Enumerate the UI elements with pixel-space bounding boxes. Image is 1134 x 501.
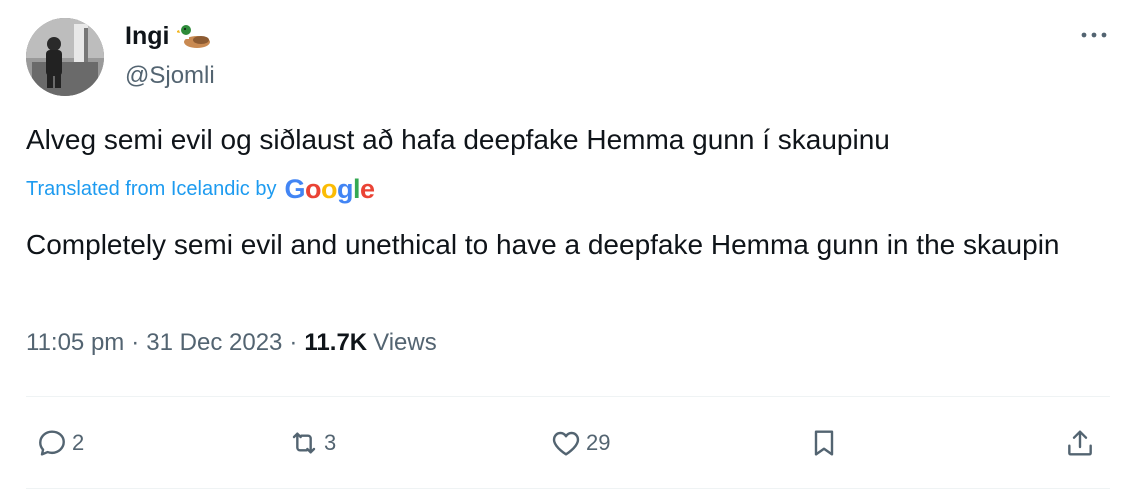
- retweet-count: 3: [324, 430, 337, 455]
- reply-icon: [39, 430, 65, 456]
- retweet-button[interactable]: 3: [288, 420, 336, 466]
- divider-bottom: [26, 488, 1110, 489]
- retweet-icon: [292, 432, 316, 454]
- share-icon: [1068, 430, 1092, 456]
- google-logo: Google: [284, 174, 375, 204]
- tweet-translated-text: Completely semi evil and unethical to ha…: [26, 229, 1060, 260]
- tweet-time[interactable]: 11:05 pm: [26, 329, 124, 357]
- action-bar: 2 3 29: [0, 420, 1134, 466]
- tweet-metadata: 11:05 pm · 31 Dec 2023 · 11.7K Views: [26, 329, 437, 357]
- more-options-button[interactable]: [1072, 20, 1116, 50]
- views-count: 11.7K: [304, 329, 368, 356]
- more-icon: [1081, 32, 1107, 38]
- views-label: Views: [373, 329, 437, 356]
- bookmark-icon: [814, 430, 834, 456]
- bookmark-button[interactable]: [808, 420, 840, 466]
- tweet-original-text: Alveg semi evil og siðlaust að hafa deep…: [26, 124, 890, 155]
- like-count: 29: [586, 430, 611, 455]
- avatar[interactable]: [26, 18, 104, 96]
- author-name-row: Ingi: [125, 22, 213, 51]
- heart-icon: [552, 431, 580, 456]
- reply-count: 2: [72, 430, 85, 455]
- translated-from-label: Translated from Icelandic by: [26, 178, 277, 200]
- author-name[interactable]: Ingi: [125, 22, 169, 51]
- duck-emoji-icon: [175, 24, 213, 50]
- translation-attribution[interactable]: Translated from Icelandic by Google: [26, 174, 375, 205]
- divider-top: [26, 396, 1110, 397]
- reply-button[interactable]: 2: [36, 420, 84, 466]
- tweet-date[interactable]: 31 Dec 2023: [146, 329, 282, 357]
- avatar-image: [26, 18, 104, 96]
- share-button[interactable]: [1064, 420, 1096, 466]
- meta-separator: ·: [289, 329, 298, 356]
- author-handle[interactable]: @Sjomli: [125, 62, 215, 90]
- meta-separator: ·: [131, 329, 140, 356]
- like-button[interactable]: 29: [550, 420, 610, 466]
